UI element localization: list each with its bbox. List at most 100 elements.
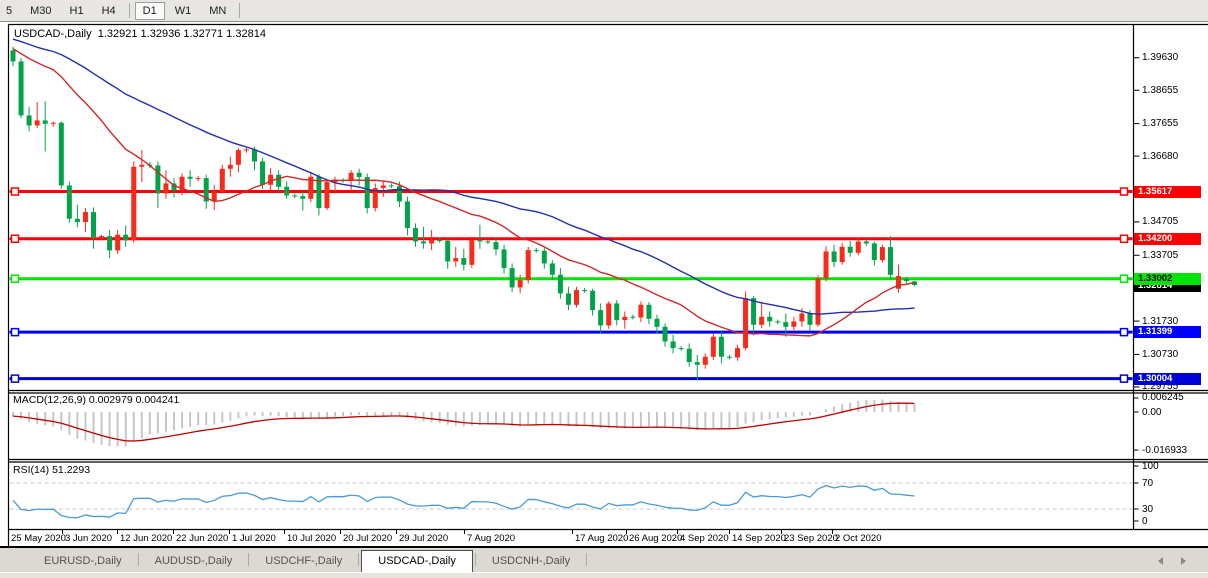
candle-body: [196, 178, 201, 179]
candle-body: [453, 258, 458, 261]
candle-body: [35, 120, 40, 125]
chart-tab-usdcad[interactable]: USDCAD-,Daily: [361, 550, 473, 572]
candle-body: [188, 177, 193, 179]
candle-body: [880, 247, 885, 260]
chart-tab-bar: EURUSD-,Daily AUDUSD-,DailyUSDCHF-,Daily U…: [0, 548, 1208, 572]
line-anchor-handle[interactable]: [1121, 235, 1128, 242]
price-line-label-1.34200: 1.34200: [1134, 233, 1201, 245]
candle-body: [300, 196, 305, 199]
chart-tab-usdchf[interactable]: USDCHF-,Daily: [251, 552, 356, 571]
time-axis-label: 4 Sep 2020: [680, 533, 729, 544]
price-axis-value: 1.33705: [1142, 250, 1178, 261]
candle-body: [711, 337, 716, 357]
candle-body: [590, 291, 595, 310]
candle-body: [840, 247, 845, 262]
candle-body: [19, 61, 24, 115]
time-axis-label: 12 Jun 2020: [120, 533, 172, 544]
candle-body: [236, 150, 241, 165]
period-button-5[interactable]: 5: [0, 2, 20, 20]
candle-body: [791, 321, 796, 326]
candle-body: [155, 165, 160, 193]
candle-body: [494, 242, 499, 249]
candle-body: [832, 251, 837, 262]
tab-scroll-left-icon[interactable]: [1158, 557, 1163, 565]
candle-body: [614, 303, 619, 320]
macd-axis-value: 0.006245: [1142, 392, 1184, 403]
candle-body: [727, 357, 732, 358]
candle-body: [413, 228, 418, 241]
candle-body: [260, 161, 265, 184]
candle-body: [566, 293, 571, 304]
candle-body: [542, 251, 547, 264]
candle-body: [767, 317, 772, 322]
line-anchor-handle[interactable]: [12, 375, 19, 382]
chart-tab-eurusd[interactable]: EURUSD-,Daily: [30, 552, 136, 571]
tab-separator: [358, 553, 359, 566]
candle-body: [534, 250, 539, 251]
time-axis-label: 17 Aug 2020: [575, 533, 628, 544]
line-anchor-handle[interactable]: [1121, 275, 1128, 282]
candle-body: [558, 275, 563, 294]
candle-body: [437, 240, 442, 241]
time-axis-label: 26 Aug 2020: [629, 533, 682, 544]
macd-panel-label: MACD(12,26,9) 0.002979 0.004241: [13, 394, 179, 406]
candle-body: [872, 243, 877, 260]
chart-canvas[interactable]: [0, 0, 1208, 578]
time-axis-label: 29 Jul 2020: [399, 533, 448, 544]
candle-body: [91, 212, 96, 237]
price-line-label-1.33002: 1.33002: [1134, 273, 1201, 285]
price-line-label-1.31399: 1.31399: [1134, 326, 1201, 338]
toolbar-separator: [129, 3, 130, 18]
period-button-w1[interactable]: W1: [167, 2, 200, 20]
line-anchor-handle[interactable]: [1121, 375, 1128, 382]
candle-body: [904, 279, 909, 281]
candle-body: [687, 349, 692, 362]
period-button-m30[interactable]: M30: [22, 2, 59, 20]
candle-body: [292, 195, 297, 196]
period-button-h1[interactable]: H1: [62, 2, 92, 20]
candle-body: [357, 173, 362, 177]
candle-body: [864, 241, 869, 243]
candle-body: [502, 249, 507, 268]
time-axis-label: 25 May 2020: [11, 533, 66, 544]
candle-body: [397, 186, 402, 201]
candle-body: [51, 123, 56, 124]
period-button-mn[interactable]: MN: [201, 2, 234, 20]
candle-body: [123, 235, 128, 241]
period-button-h4[interactable]: H4: [94, 2, 124, 20]
line-anchor-handle[interactable]: [12, 329, 19, 336]
line-anchor-handle[interactable]: [1121, 188, 1128, 195]
tab-separator: [138, 553, 139, 566]
price-axis-value: 1.34705: [1142, 216, 1178, 227]
line-anchor-handle[interactable]: [12, 235, 19, 242]
line-anchor-handle[interactable]: [12, 188, 19, 195]
candle-body: [131, 167, 136, 241]
period-button-d1[interactable]: D1: [135, 2, 165, 20]
candle-body: [775, 321, 780, 322]
candle-body: [244, 149, 249, 150]
candle-body: [695, 362, 700, 365]
candle-body: [510, 268, 515, 287]
candle-body: [824, 251, 829, 278]
chart-tab-audusd[interactable]: AUDUSD-,Daily: [141, 552, 247, 571]
tab-scroll-right-icon[interactable]: [1181, 557, 1186, 565]
price-line-label-1.30004: 1.30004: [1134, 373, 1201, 385]
price-axis-value: 1.30730: [1142, 349, 1178, 360]
chart-tab-usdcnh[interactable]: USDCNH-,Daily: [478, 552, 584, 571]
candle-body: [139, 165, 144, 167]
rsi-axis-value: 30: [1142, 504, 1153, 515]
time-axis-label: 23 Sep 2020: [784, 533, 838, 544]
candle-body: [469, 240, 474, 265]
time-axis-label: 10 Jul 2020: [287, 533, 336, 544]
line-anchor-handle[interactable]: [12, 275, 19, 282]
candle-body: [848, 247, 853, 253]
candle-body: [896, 276, 901, 289]
candle-body: [27, 115, 32, 125]
candle-body: [405, 201, 410, 228]
status-strip: [0, 572, 1208, 578]
toolbar-separator: [239, 3, 240, 18]
time-axis-label: 2 Oct 2020: [835, 533, 881, 544]
ohlc-readout: USDCAD-,Daily 1.32921 1.32936 1.32771 1.…: [14, 28, 266, 40]
line-anchor-handle[interactable]: [1121, 329, 1128, 336]
candle-body: [663, 327, 668, 342]
